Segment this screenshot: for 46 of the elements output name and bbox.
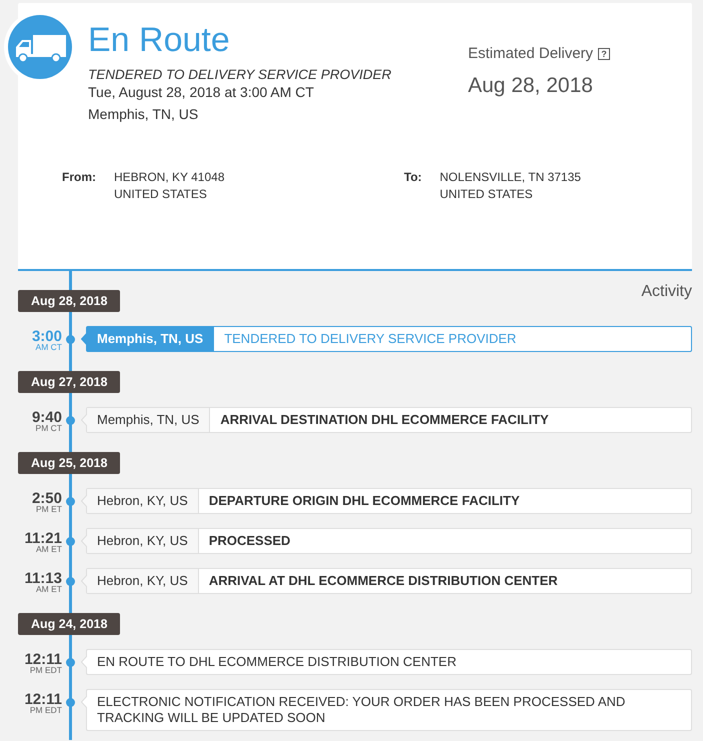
date-badge: Aug 24, 2018 (18, 613, 120, 635)
event-description: ELECTRONIC NOTIFICATION RECEIVED: YOUR ORDER HAS BEEN PROCESSED AND TRACKING WILL BE UPDATED SOON (96, 693, 626, 727)
event-description: EN ROUTE TO DHL ECOMMERCE DISTRIBUTION CENTER (96, 653, 458, 671)
status-text: TENDERED TO DELIVERY SERVICE PROVIDER (88, 66, 392, 83)
event-time: 3:00 (30, 330, 62, 343)
event-timezone: AM CT (34, 343, 62, 352)
event-description: ARRIVAL AT DHL ECOMMERCE DISTRIBUTION CENTER (208, 572, 559, 590)
event-timezone: PM ET (35, 505, 62, 514)
address-label: To: (404, 169, 422, 186)
event-description: DEPARTURE ORIGIN DHL ECOMMERCE FACILITY (208, 492, 521, 510)
activity-heading: Activity (641, 282, 692, 302)
event-time: 11:13 (23, 572, 62, 585)
event-time: 12:11 (23, 653, 62, 666)
date-badge: Aug 27, 2018 (18, 371, 120, 393)
event-description: TENDERED TO DELIVERY SERVICE PROVIDER (223, 330, 518, 348)
estimated-delivery-label: Estimated Delivery (468, 44, 594, 64)
address-label: From: (62, 169, 96, 186)
date-badge: Aug 25, 2018 (18, 452, 120, 474)
event-time: 12:11 (23, 693, 62, 706)
event-description: PROCESSED (208, 532, 292, 550)
estimated-delivery-date: Aug 28, 2018 (468, 73, 594, 99)
address-line: UNITED STATES (440, 186, 534, 203)
event-timezone: PM CT (34, 424, 62, 433)
address-line: NOLENSVILLE, TN 37135 (440, 169, 581, 186)
event-time: 11:21 (23, 532, 62, 545)
event-timezone: PM EDT (28, 706, 62, 715)
event-time: 9:40 (30, 411, 62, 424)
help-icon[interactable]: ? (598, 48, 610, 60)
dot-icon (66, 537, 74, 546)
dot-icon (66, 658, 74, 667)
dot-icon (66, 577, 74, 586)
dot-icon (66, 335, 74, 344)
event-time: 2:50 (30, 492, 62, 505)
event-timezone: AM ET (35, 545, 62, 554)
event-timezone: AM ET (35, 585, 62, 594)
address-line: HEBRON, KY 41048 (114, 169, 225, 186)
status-location: Memphis, TN, US (88, 105, 200, 123)
status-title: En Route (88, 20, 231, 60)
status-datetime: Tue, August 28, 2018 at 3:00 AM CT (88, 83, 315, 101)
event-description: ARRIVAL DESTINATION DHL ECOMMERCE FACILITY (219, 411, 550, 429)
dot-icon (66, 698, 74, 707)
address-line: UNITED STATES (114, 186, 208, 203)
event-timezone: PM EDT (28, 666, 62, 675)
dot-icon (66, 416, 74, 425)
dot-icon (66, 497, 74, 506)
date-badge: Aug 28, 2018 (18, 290, 120, 312)
